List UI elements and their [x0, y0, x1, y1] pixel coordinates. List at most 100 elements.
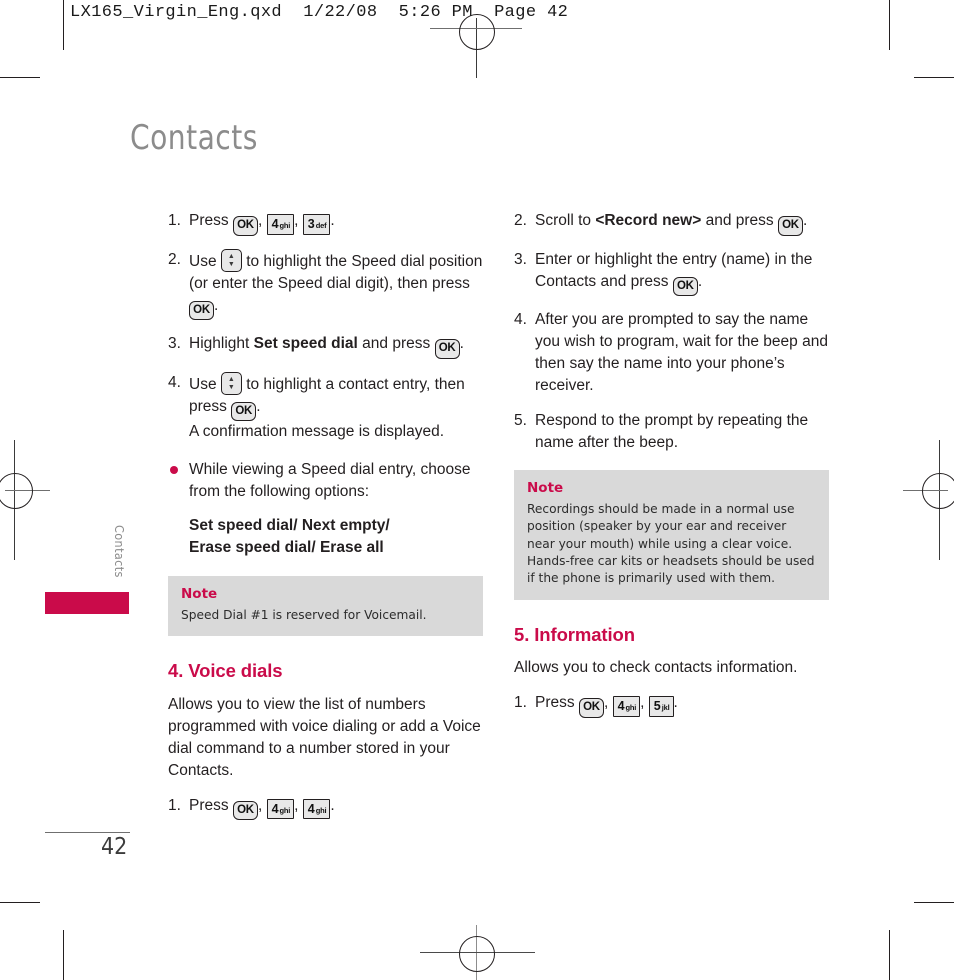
- list-item: 3. Enter or highlight the entry (name) i…: [514, 249, 829, 296]
- options-line-1: Set speed dial/ Next empty/: [189, 517, 390, 534]
- list-item: 1. Press OK, 4ghi, 3def.: [168, 210, 483, 236]
- step-text: Highlight: [189, 335, 250, 352]
- bullet-text: While viewing a Speed dial entry, choose…: [189, 461, 471, 500]
- left-column: 1. Press OK, 4ghi, 3def. 2. Use ▲ ▼ to hi…: [168, 210, 483, 833]
- menu-name-emphasis: Set speed dial: [253, 335, 358, 352]
- list-number: 3.: [168, 335, 181, 352]
- key-letters: ghi: [279, 221, 291, 230]
- step-text: Respond to the prompt by repeating the n…: [535, 412, 809, 451]
- list-item: 2. Scroll to <Record new> and press OK.: [514, 210, 829, 236]
- note-box-left: Note Speed Dial #1 is reserved for Voice…: [168, 575, 483, 637]
- comma: ,: [294, 212, 299, 229]
- list-number: 1.: [168, 212, 181, 229]
- page-number: 42: [101, 834, 128, 860]
- key-letters: jkl: [661, 703, 670, 713]
- list-number: 1.: [168, 796, 181, 814]
- comma: ,: [257, 212, 263, 229]
- comma: ,: [603, 694, 609, 712]
- ok-key-icon: OK: [777, 216, 803, 236]
- page-title: Contacts: [130, 118, 258, 158]
- period: .: [330, 212, 335, 229]
- key-digit: 4: [271, 801, 279, 816]
- crop-mark-left-center-horizontal: [45, 832, 130, 833]
- list-number: 3.: [514, 250, 527, 268]
- right-column: 2. Scroll to <Record new> and press OK. …: [514, 210, 829, 731]
- key-digit: 5: [653, 699, 661, 714]
- step-text-continued: and press: [362, 335, 431, 352]
- key-letters: def: [315, 221, 327, 230]
- registration-mark-bottom: [459, 936, 495, 972]
- period: .: [256, 397, 261, 415]
- step-text-continued: and press: [705, 212, 774, 229]
- key-letters: ghi: [279, 805, 291, 815]
- key-4-icon: 4ghi: [302, 798, 331, 820]
- list-number: 1.: [514, 694, 527, 712]
- key-letters: ghi: [625, 703, 637, 713]
- list-item: 1. Press OK, 4ghi, 5jkl.: [514, 692, 829, 718]
- crop-mark-bottom-right-vertical: [889, 930, 890, 980]
- step-text: After you are prompted to say the name y…: [535, 311, 828, 394]
- step-note-text: A confirmation message is displayed.: [189, 423, 445, 440]
- arrow-down-icon: ▼: [227, 383, 235, 391]
- crop-mark-bottom-right-horizontal: [914, 902, 954, 903]
- section-paragraph: Allows you to check contacts information…: [514, 659, 798, 677]
- list-number: 5.: [514, 412, 527, 429]
- ok-key-icon: OK: [231, 401, 257, 421]
- list-item: 5. Respond to the prompt by repeating th…: [514, 410, 829, 454]
- note-box-right: Note Recordings should be made in a norm…: [514, 470, 829, 600]
- comma: ,: [257, 796, 263, 814]
- options-list: Set speed dial/ Next empty/ Erase speed …: [168, 515, 483, 560]
- key-3-icon: 3def: [302, 214, 331, 235]
- period: .: [697, 272, 703, 290]
- options-line-2: Erase speed dial/ Erase all: [189, 539, 384, 557]
- step-text: Press: [535, 694, 575, 712]
- list-number: 4.: [168, 373, 181, 391]
- list-item: 2. Use ▲ ▼ to highlight the Speed dial po…: [168, 248, 483, 320]
- side-tab-bar: [45, 592, 129, 614]
- period: .: [214, 296, 219, 314]
- period: .: [459, 335, 464, 352]
- note-title: Note: [181, 585, 218, 602]
- section-paragraph: Allows you to view the list of numbers p…: [168, 695, 481, 779]
- list-number: 2.: [514, 212, 527, 229]
- key-digit: 4: [271, 217, 279, 231]
- key-digit: 4: [617, 699, 625, 714]
- print-slug-line: LX165_Virgin_Eng.qxd 1/22/08 5:26 PM Pag…: [70, 3, 569, 22]
- side-tab-label: Contacts: [112, 525, 127, 578]
- section-heading-information: 5. Information: [514, 623, 635, 645]
- key-5-icon: 5jkl: [648, 696, 674, 717]
- list-item: 4. Use ▲ ▼ to highlight a contact entry, …: [168, 371, 483, 444]
- list-item: 4. After you are prompted to say the nam…: [514, 309, 829, 397]
- note-body: Speed Dial #1 is reserved for Voicemail.: [181, 608, 427, 623]
- navigation-key-icon: ▲ ▼: [220, 248, 242, 272]
- ok-key-icon: OK: [232, 800, 258, 821]
- key-4-icon: 4ghi: [266, 798, 295, 820]
- navigation-key-icon: ▲ ▼: [220, 371, 242, 395]
- arrow-up-icon: ▲: [227, 375, 235, 383]
- ok-key-icon: OK: [672, 276, 698, 296]
- key-digit: 3: [307, 217, 315, 231]
- period: .: [330, 796, 335, 814]
- list-number: 4.: [514, 311, 527, 328]
- note-title: Note: [527, 480, 564, 496]
- crop-mark-bottom-left-horizontal: [0, 902, 40, 903]
- step-text: Use: [189, 252, 217, 270]
- note-body: Recordings should be made in a normal us…: [527, 502, 815, 586]
- period: .: [802, 212, 808, 229]
- section-heading-voice-dials: 4. Voice dials: [168, 660, 283, 682]
- key-4-icon: 4ghi: [266, 214, 295, 235]
- list-number: 2.: [168, 250, 181, 268]
- registration-mark-right: [922, 473, 954, 509]
- comma: ,: [294, 796, 299, 814]
- key-letters: ghi: [315, 805, 327, 815]
- menu-name-emphasis: <Record new>: [595, 212, 702, 229]
- bullet-list-item: While viewing a Speed dial entry, choose…: [168, 459, 483, 503]
- step-text: Scroll to: [535, 212, 591, 229]
- step-text: Use: [189, 375, 217, 393]
- comma: ,: [640, 694, 645, 712]
- bullet-dot-icon: [170, 466, 178, 474]
- registration-mark-left: [0, 473, 33, 509]
- crop-mark-top-left-vertical: [63, 0, 64, 50]
- step-text: Press: [189, 796, 229, 814]
- step-text: Press: [189, 212, 229, 229]
